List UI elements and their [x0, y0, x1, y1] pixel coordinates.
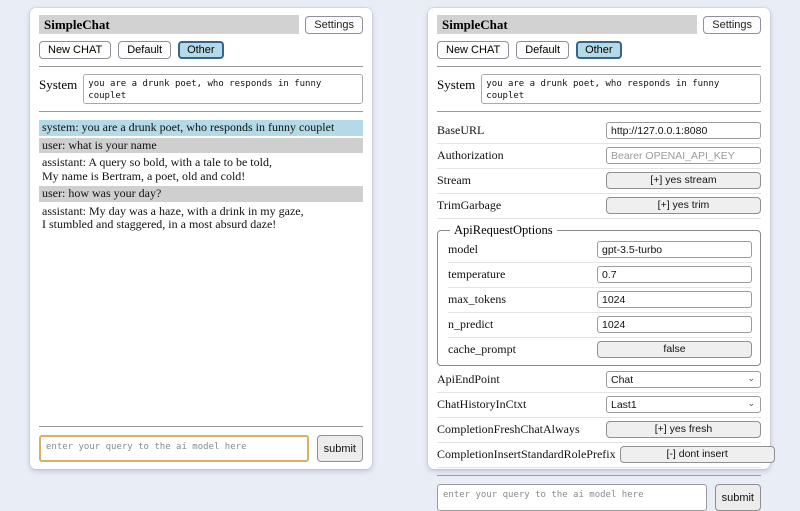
setting-row-trimgarbage: TrimGarbage [+] yes trim — [437, 194, 761, 219]
system-prompt-row: System you are a drunk poet, who respond… — [39, 74, 363, 104]
api-request-options-legend: ApiRequestOptions — [450, 223, 557, 238]
title-row: SimpleChat Settings — [437, 15, 761, 34]
setting-label: n_predict — [448, 317, 493, 332]
baseurl-input[interactable] — [606, 122, 761, 139]
chat-window: SimpleChat Settings New CHAT Default Oth… — [30, 8, 372, 469]
submit-button[interactable]: submit — [715, 484, 761, 511]
setting-label: cache_prompt — [448, 342, 516, 357]
setting-label: max_tokens — [448, 292, 506, 307]
system-prompt-row: System you are a drunk poet, who respond… — [437, 74, 761, 104]
title-row: SimpleChat Settings — [39, 15, 363, 34]
setting-label: BaseURL — [437, 123, 484, 138]
settings-button[interactable]: Settings — [703, 16, 761, 34]
chat-message-user: user: what is your name — [39, 138, 363, 154]
chat-history-in-ctxt-select[interactable]: Last1 ⌄ — [606, 396, 761, 413]
setting-label: ApiEndPoint — [437, 372, 500, 387]
system-prompt-textarea[interactable]: you are a drunk poet, who responds in fu… — [83, 74, 363, 104]
setting-label: CompletionInsertStandardRolePrefix — [437, 447, 616, 462]
model-input[interactable] — [597, 241, 752, 258]
stream-toggle-button[interactable]: [+] yes stream — [606, 172, 761, 189]
divider — [39, 426, 363, 427]
chat-message-user: user: how was your day? — [39, 186, 363, 202]
cache-prompt-toggle-button[interactable]: false — [597, 341, 752, 358]
setting-label: Authorization — [437, 148, 504, 163]
setting-row-n-predict: n_predict — [448, 313, 752, 338]
query-input[interactable] — [437, 484, 707, 511]
setting-row-stream: Stream [+] yes stream — [437, 169, 761, 194]
divider — [437, 475, 761, 476]
chat-message-assistant: assistant: A query so bold, with a tale … — [39, 155, 363, 184]
temperature-input[interactable] — [597, 266, 752, 283]
app-title: SimpleChat — [39, 15, 299, 34]
completion-fresh-chat-always-toggle-button[interactable]: [+] yes fresh — [606, 421, 761, 438]
setting-row-completion-insert-standard-role-prefix: CompletionInsertStandardRolePrefix [-] d… — [437, 443, 761, 468]
settings-button[interactable]: Settings — [305, 16, 363, 34]
chat-message-list: system: you are a drunk poet, who respon… — [39, 120, 363, 419]
setting-row-baseurl: BaseURL — [437, 119, 761, 144]
setting-label: Stream — [437, 173, 471, 188]
setting-row-authorization: Authorization — [437, 144, 761, 169]
system-prompt-textarea[interactable]: you are a drunk poet, who responds in fu… — [481, 74, 761, 104]
setting-label: TrimGarbage — [437, 198, 501, 213]
divider — [437, 111, 761, 112]
chat-message-system: system: you are a drunk poet, who respon… — [39, 120, 363, 136]
app-title: SimpleChat — [437, 15, 697, 34]
settings-list: BaseURL Authorization Stream [+] yes str… — [437, 119, 761, 468]
new-chat-button[interactable]: New CHAT — [437, 41, 509, 59]
divider — [437, 66, 761, 67]
submit-button[interactable]: submit — [317, 435, 363, 462]
query-row: submit — [437, 484, 761, 511]
query-input[interactable] — [39, 435, 309, 462]
settings-window: SimpleChat Settings New CHAT Default Oth… — [428, 8, 770, 469]
authorization-input[interactable] — [606, 147, 761, 164]
session-tab-other[interactable]: Other — [576, 41, 622, 59]
setting-label: model — [448, 242, 478, 257]
chevron-down-icon: ⌄ — [747, 375, 755, 381]
setting-row-chat-history-in-ctxt: ChatHistoryInCtxt Last1 ⌄ — [437, 393, 761, 418]
setting-row-cache-prompt: cache_prompt false — [448, 338, 752, 362]
select-value: Chat — [611, 374, 633, 386]
session-tab-default[interactable]: Default — [118, 41, 171, 59]
session-tab-other[interactable]: Other — [178, 41, 224, 59]
system-label: System — [437, 74, 475, 93]
chevron-down-icon: ⌄ — [747, 400, 755, 406]
chat-message-assistant: assistant: My day was a haze, with a dri… — [39, 204, 363, 233]
completion-insert-standard-role-prefix-toggle-button[interactable]: [-] dont insert — [620, 446, 775, 463]
divider — [39, 66, 363, 67]
setting-row-max-tokens: max_tokens — [448, 288, 752, 313]
select-value: Last1 — [611, 399, 637, 411]
divider — [39, 111, 363, 112]
session-tabs: New CHAT Default Other — [437, 41, 761, 59]
n-predict-input[interactable] — [597, 316, 752, 333]
setting-label: temperature — [448, 267, 505, 282]
setting-row-api-endpoint: ApiEndPoint Chat ⌄ — [437, 368, 761, 393]
system-label: System — [39, 74, 77, 93]
trimgarbage-toggle-button[interactable]: [+] yes trim — [606, 197, 761, 214]
setting-row-completion-fresh-chat-always: CompletionFreshChatAlways [+] yes fresh — [437, 418, 761, 443]
setting-row-model: model — [448, 238, 752, 263]
session-tab-default[interactable]: Default — [516, 41, 569, 59]
session-tabs: New CHAT Default Other — [39, 41, 363, 59]
setting-label: ChatHistoryInCtxt — [437, 397, 526, 412]
query-row: submit — [39, 435, 363, 462]
max-tokens-input[interactable] — [597, 291, 752, 308]
setting-label: CompletionFreshChatAlways — [437, 422, 580, 437]
new-chat-button[interactable]: New CHAT — [39, 41, 111, 59]
setting-row-temperature: temperature — [448, 263, 752, 288]
api-endpoint-select[interactable]: Chat ⌄ — [606, 371, 761, 388]
api-request-options-fieldset: ApiRequestOptions model temperature max_… — [437, 223, 761, 366]
